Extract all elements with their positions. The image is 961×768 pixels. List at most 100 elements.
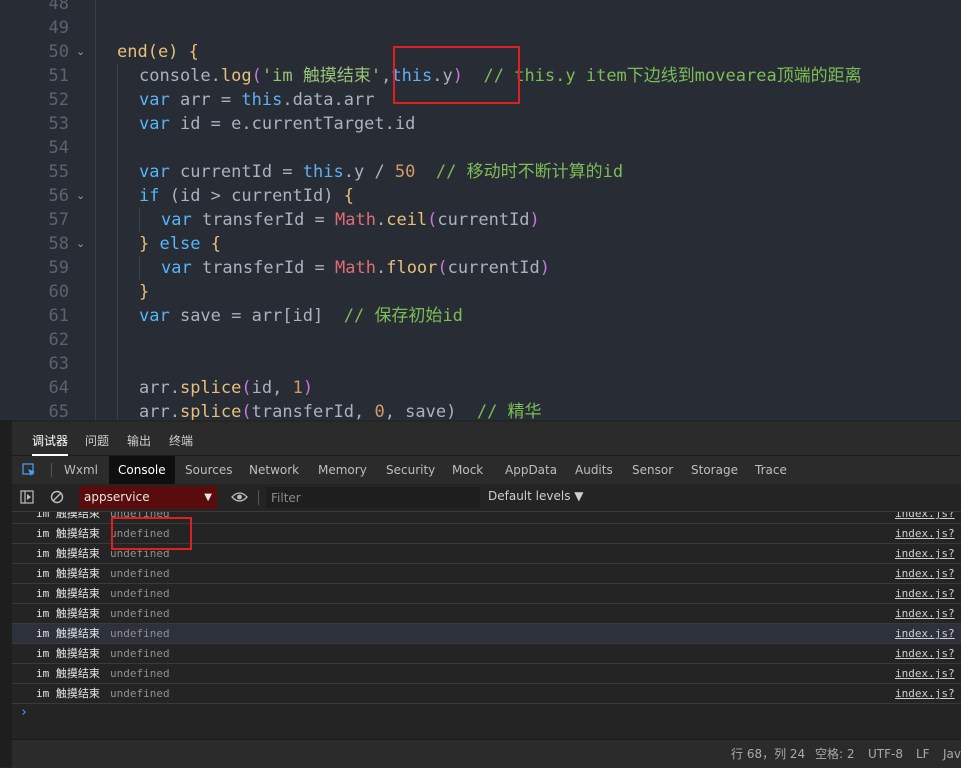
- tab-security[interactable]: Security: [377, 456, 444, 484]
- tab-debugger[interactable]: 调试器: [32, 431, 69, 456]
- toolbar-divider: [258, 490, 259, 505]
- clear-console-icon[interactable]: [50, 490, 64, 504]
- tab-mock[interactable]: Mock: [443, 456, 492, 484]
- fold-chevron-icon[interactable]: ⌄: [76, 184, 86, 208]
- line-number: 57: [48, 210, 69, 230]
- tab-wxml[interactable]: Wxml: [55, 456, 107, 484]
- line-number: 53: [48, 114, 69, 134]
- code-area[interactable]: end(e) { console.log('im 触摸结束',this.y) /…: [96, 0, 961, 420]
- line-number: 56: [48, 186, 69, 206]
- status-bar: 行 68，列 24 空格: 2 UTF-8 LF Java: [12, 739, 961, 768]
- eye-icon[interactable]: [231, 491, 248, 503]
- log-value: undefined: [110, 587, 170, 600]
- line-number: 52: [48, 90, 69, 110]
- tab-memory[interactable]: Memory: [309, 456, 376, 484]
- code-line-65: arr.splice(transferId, 0, save) // 精华: [139, 402, 542, 420]
- line-number: 48: [48, 0, 69, 14]
- code-line-57: var transferId = Math.ceil(currentId): [161, 210, 540, 230]
- panel-tab-bar: 调试器 问题 输出 终端: [12, 422, 961, 456]
- console-log-row: im 触摸结束 undefined index.js?: [12, 564, 961, 584]
- log-message: im 触摸结束: [36, 607, 100, 620]
- line-number: 64: [48, 378, 69, 398]
- tab-network[interactable]: Network: [240, 456, 308, 484]
- log-source-link[interactable]: index.js?: [895, 664, 955, 683]
- log-source-link[interactable]: index.js?: [895, 564, 955, 583]
- code-line-58: } else {: [139, 234, 221, 254]
- console-log-row: im 触摸结束 undefined index.js?: [12, 664, 961, 684]
- log-message: im 触摸结束: [36, 687, 100, 700]
- tab-sensor[interactable]: Sensor: [623, 456, 682, 484]
- code-line-55: var currentId = this.y / 50 // 移动时不断计算的i…: [139, 162, 624, 182]
- line-number: 54: [48, 138, 69, 158]
- language-mode[interactable]: Java: [943, 740, 961, 768]
- indent-setting[interactable]: 空格: 2: [815, 740, 855, 768]
- sidebar-toggle-icon[interactable]: [20, 490, 34, 504]
- line-number: 55: [48, 162, 69, 182]
- tab-console[interactable]: Console: [109, 456, 175, 484]
- context-selector[interactable]: appservice ▼: [79, 486, 217, 509]
- console-log-row: im 触摸结束 undefined index.js?: [12, 584, 961, 604]
- log-source-link[interactable]: index.js?: [895, 684, 955, 703]
- fold-chevron-icon[interactable]: ⌄: [76, 40, 86, 64]
- code-line-61: var save = arr[id] // 保存初始id: [139, 306, 463, 326]
- tab-sources[interactable]: Sources: [176, 456, 241, 484]
- log-source-link[interactable]: index.js?: [895, 584, 955, 603]
- line-number: 49: [48, 18, 69, 38]
- console-log-row: im 触摸结束 undefined index.js?: [12, 644, 961, 664]
- log-source-link[interactable]: index.js?: [895, 524, 955, 543]
- code-line-56: if (id > currentId) {: [139, 186, 354, 206]
- log-message: im 触摸结束: [36, 627, 100, 640]
- line-number: 59: [48, 258, 69, 278]
- toolbar-divider: [51, 463, 52, 477]
- code-line-59: var transferId = Math.floor(currentId): [161, 258, 551, 278]
- log-value: undefined: [110, 627, 170, 640]
- line-number: 65: [48, 402, 69, 420]
- code-line-60: }: [139, 282, 150, 302]
- code-editor[interactable]: 48 49 50 51 52 53 54 55 56 57 58 59 60 61 62 63 64 65 ⌄ ⌄…: [0, 0, 961, 420]
- tab-audits[interactable]: Audits: [566, 456, 622, 484]
- line-number: 63: [48, 354, 69, 374]
- console-toolbar: appservice ▼ Default levels ▼: [12, 484, 961, 512]
- tab-appdata[interactable]: AppData: [496, 456, 566, 484]
- tab-storage[interactable]: Storage: [682, 456, 747, 484]
- line-number: 50: [48, 42, 69, 62]
- tab-terminal[interactable]: 终端: [169, 431, 193, 451]
- annotation-highlight-box: [111, 517, 192, 550]
- code-line-64: arr.splice(id, 1): [139, 378, 314, 398]
- log-source-link[interactable]: index.js?: [895, 512, 955, 523]
- console-log-row: im 触摸结束 undefined index.js?: [12, 684, 961, 704]
- filter-input[interactable]: [266, 487, 480, 508]
- log-value: undefined: [110, 667, 170, 680]
- log-source-link[interactable]: index.js?: [895, 544, 955, 563]
- log-value: undefined: [110, 647, 170, 660]
- log-source-link[interactable]: index.js?: [895, 624, 955, 643]
- log-levels-dropdown[interactable]: Default levels ▼: [488, 489, 584, 503]
- indent-guide: [117, 64, 118, 420]
- indent-guide: [139, 208, 140, 232]
- dropdown-arrow-icon: ▼: [204, 492, 212, 503]
- tab-problems[interactable]: 问题: [85, 431, 109, 451]
- line-ending[interactable]: LF: [916, 740, 930, 768]
- log-source-link[interactable]: index.js?: [895, 644, 955, 663]
- code-line-52: var arr = this.data.arr: [139, 90, 375, 110]
- console-log-row: im 触摸结束 undefined index.js?: [12, 604, 961, 624]
- cursor-position[interactable]: 行 68，列 24: [731, 740, 805, 768]
- devtools-panel: 调试器 问题 输出 终端 Wxml Console Sources Networ…: [12, 422, 961, 767]
- tab-trace[interactable]: Trace: [746, 456, 796, 484]
- log-message: im 触摸结束: [36, 547, 100, 560]
- line-number: 60: [48, 282, 69, 302]
- tab-output[interactable]: 输出: [127, 431, 151, 451]
- line-number: 51: [48, 66, 69, 86]
- console-prompt-icon[interactable]: ›: [20, 705, 28, 720]
- line-number: 58: [48, 234, 69, 254]
- log-value: undefined: [110, 607, 170, 620]
- log-source-link[interactable]: index.js?: [895, 604, 955, 623]
- inspect-element-icon[interactable]: [22, 463, 36, 477]
- devtools-tab-bar: Wxml Console Sources Network Memory Secu…: [12, 456, 961, 485]
- fold-chevron-icon[interactable]: ⌄: [76, 232, 86, 256]
- file-encoding[interactable]: UTF-8: [868, 740, 903, 768]
- log-message: im 触摸结束: [36, 512, 100, 520]
- log-message: im 触摸结束: [36, 647, 100, 660]
- log-message: im 触摸结束: [36, 667, 100, 680]
- log-value: undefined: [110, 567, 170, 580]
